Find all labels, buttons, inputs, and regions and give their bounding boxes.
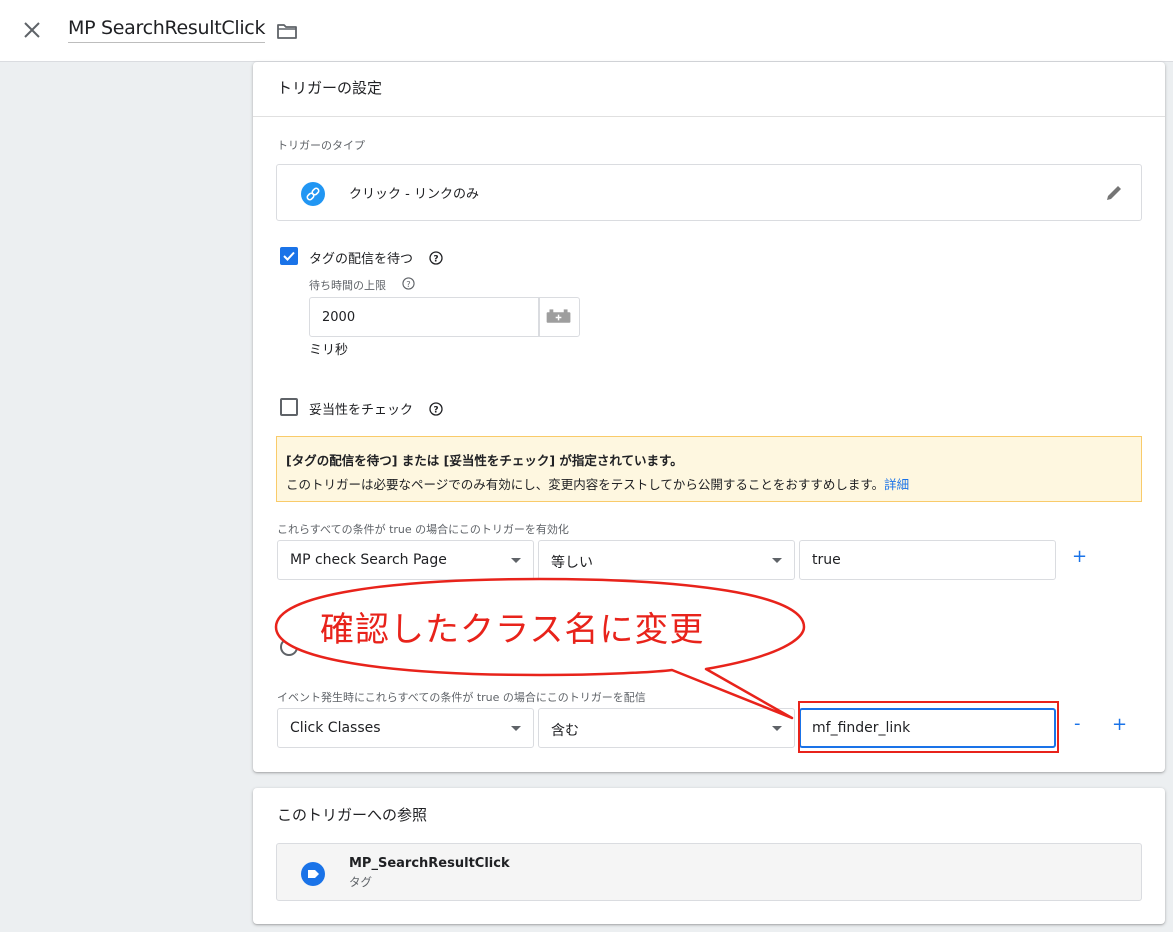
variable-picker-button[interactable] (538, 297, 580, 337)
max-wait-label: 待ち時間の上限 (309, 279, 386, 292)
add-enable-condition-button[interactable]: + (1072, 546, 1087, 567)
card-header: トリガーの設定 (253, 62, 1165, 117)
help-icon[interactable]: ? (402, 277, 415, 290)
chevron-down-icon (772, 558, 782, 563)
annotation-highlight-box (798, 701, 1059, 753)
wait-for-tags-label: タグの配信を待つ (309, 252, 414, 267)
section-title: トリガーの設定 (277, 79, 383, 97)
tag-icon (301, 862, 325, 886)
trigger-name-input[interactable]: MP SearchResultClick (68, 17, 265, 43)
references-title: このトリガーへの参照 (277, 806, 428, 824)
warning-body: このトリガーは必要なページでのみ有効にし、変更内容をテストしてから公開することを… (286, 474, 909, 493)
trigger-type-label: トリガーのタイプ (277, 139, 365, 152)
annotation-callout (274, 577, 806, 720)
add-fire-condition-button[interactable]: + (1112, 714, 1127, 735)
reference-name: MP_SearchResultClick (349, 856, 510, 871)
enable-variable-value: MP check Search Page (290, 552, 447, 568)
close-icon[interactable] (19, 17, 45, 43)
help-icon[interactable]: ? (429, 402, 443, 416)
enable-conditions-label: これらすべての条件が true の場合にこのトリガーを有効化 (277, 523, 569, 536)
pencil-icon[interactable] (1103, 182, 1125, 204)
svg-text:?: ? (406, 279, 410, 289)
check-validation-label: 妥当性をチェック (309, 403, 414, 418)
wait-for-tags-checkbox[interactable] (280, 247, 298, 265)
enable-value-input[interactable]: true (799, 540, 1056, 580)
link-icon (301, 182, 325, 206)
max-wait-input[interactable]: 2000 (309, 297, 540, 337)
max-wait-unit: ミリ秒 (309, 343, 349, 358)
warning-title: [タグの配信を待つ] または [妥当性をチェック] が指定されています。 (286, 453, 683, 468)
warning-banner: [タグの配信を待つ] または [妥当性をチェック] が指定されています。 このト… (276, 436, 1142, 502)
svg-text:?: ? (433, 406, 438, 416)
enable-variable-select[interactable]: MP check Search Page (277, 540, 534, 580)
reference-item[interactable]: MP_SearchResultClick タグ (276, 843, 1142, 901)
trigger-type-value: クリック - リンクのみ (349, 187, 479, 202)
chevron-down-icon (511, 558, 521, 563)
folder-icon[interactable] (276, 20, 298, 42)
enable-operator-value: 等しい (551, 555, 593, 571)
enable-operator-select[interactable]: 等しい (538, 540, 795, 580)
references-card: このトリガーへの参照 MP_SearchResultClick タグ (253, 788, 1165, 924)
variable-brick-icon (546, 309, 571, 323)
warning-body-text: このトリガーは必要なページでのみ有効にし、変更内容をテストしてから公開することを… (286, 477, 885, 492)
check-validation-checkbox[interactable] (280, 398, 298, 416)
top-bar: MP SearchResultClick (0, 0, 1173, 62)
remove-fire-condition-button[interactable]: - (1074, 713, 1081, 734)
svg-text:?: ? (433, 255, 438, 265)
reference-type: タグ (349, 875, 372, 889)
trigger-type-selector[interactable]: クリック - リンクのみ (276, 164, 1142, 221)
annotation-text: 確認したクラス名に変更 (320, 610, 705, 650)
help-icon[interactable]: ? (429, 251, 443, 265)
learn-more-link[interactable]: 詳細 (884, 477, 909, 492)
